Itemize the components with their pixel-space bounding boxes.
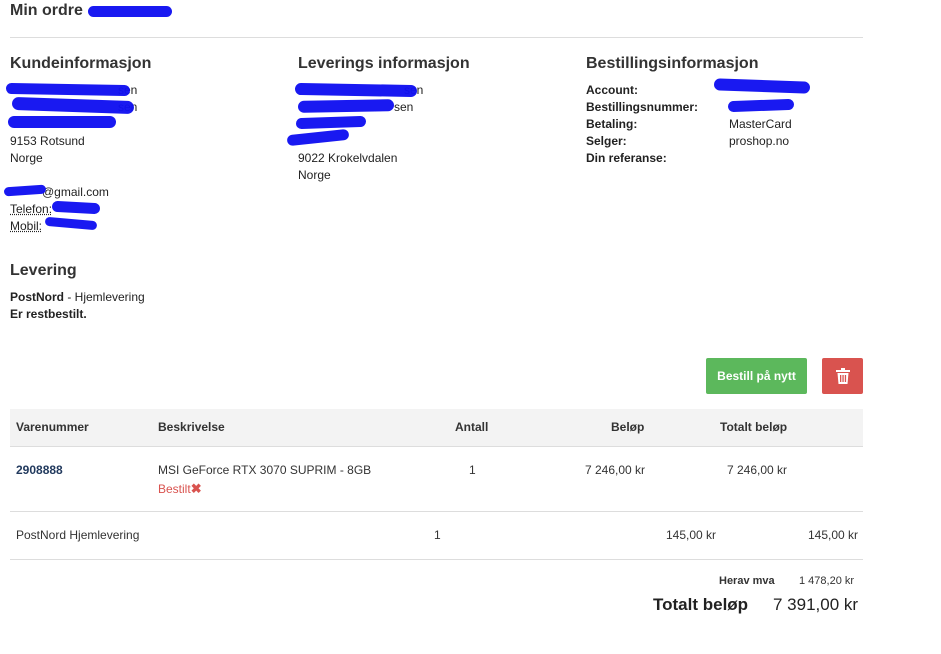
total-value: 7 391,00 kr	[773, 595, 859, 614]
backorder-note: Er restbestilt.	[10, 307, 87, 321]
item-sku[interactable]: 2908888	[16, 463, 63, 477]
item-quantity: 1	[469, 463, 476, 477]
reorder-button[interactable]: Bestill på nytt	[706, 358, 807, 394]
divider	[10, 511, 863, 512]
order-info-heading: Bestillingsinformasjon	[586, 55, 759, 72]
col-sku: Varenummer	[16, 420, 89, 434]
shipping-row-price: 145,00 kr	[666, 528, 717, 542]
shipping-heading: Levering	[10, 262, 77, 279]
divider	[10, 559, 863, 560]
reference-label: Din referanse:	[586, 151, 667, 165]
order-info-block: Account: Bestillingsnummer: Betaling: Mas…	[586, 82, 826, 167]
redaction	[5, 82, 131, 97]
page-title: Min ordre	[10, 2, 83, 19]
delivery-postal: 9022 Krokelvdalen	[298, 151, 398, 165]
shipping-row-description: PostNord Hjemlevering	[16, 528, 140, 542]
redaction	[297, 99, 395, 113]
redaction	[727, 98, 795, 113]
trash-icon	[835, 368, 850, 384]
x-mark-icon: ✖	[190, 481, 202, 496]
col-price: Beløp	[611, 420, 645, 434]
shipping-method: - Hjemlevering	[64, 290, 145, 304]
item-total: 7 246,00 kr	[727, 463, 788, 477]
item-status-label: Bestilt	[158, 482, 191, 496]
item-price: 7 246,00 kr	[585, 463, 646, 477]
delivery-country: Norge	[298, 168, 331, 182]
col-total: Totalt beløp	[720, 420, 788, 434]
redaction	[8, 116, 116, 128]
customer-postal: 9153 Rotsund	[10, 134, 85, 148]
item-status: Bestilt✖	[158, 480, 202, 498]
shipping-row-quantity: 1	[434, 528, 441, 542]
order-number-label: Bestillingsnummer:	[586, 100, 699, 114]
redaction-order-number	[88, 6, 172, 17]
account-label: Account:	[586, 83, 638, 97]
payment-label: Betaling:	[586, 117, 638, 131]
delete-button[interactable]	[822, 358, 863, 394]
seller-label: Selger:	[586, 134, 627, 148]
customer-country: Norge	[10, 151, 43, 165]
phone-label: Telefon:	[10, 202, 53, 216]
payment-value: MasterCard	[729, 117, 792, 131]
total-label: Totalt beløp	[653, 595, 749, 614]
col-description: Beskrivelse	[158, 420, 225, 434]
customer-heading: Kundeinformasjon	[10, 55, 152, 72]
seller-value: proshop.no	[729, 134, 790, 148]
vat-label: Herav mva	[719, 575, 775, 587]
shipping-carrier: PostNord	[10, 290, 64, 304]
item-description[interactable]: MSI GeForce RTX 3070 SUPRIM - 8GB	[158, 463, 371, 477]
col-quantity: Antall	[455, 420, 489, 434]
delivery-heading: Leverings informasjon	[298, 55, 470, 72]
mobile-label: Mobil:	[10, 219, 43, 233]
divider	[10, 37, 863, 38]
vat-value: 1 478,20 kr	[799, 575, 855, 587]
shipping-row-total: 145,00 kr	[808, 528, 859, 542]
redaction	[294, 82, 418, 98]
shipping-block: PostNord - Hjemlevering Er restbestilt.	[10, 289, 145, 323]
